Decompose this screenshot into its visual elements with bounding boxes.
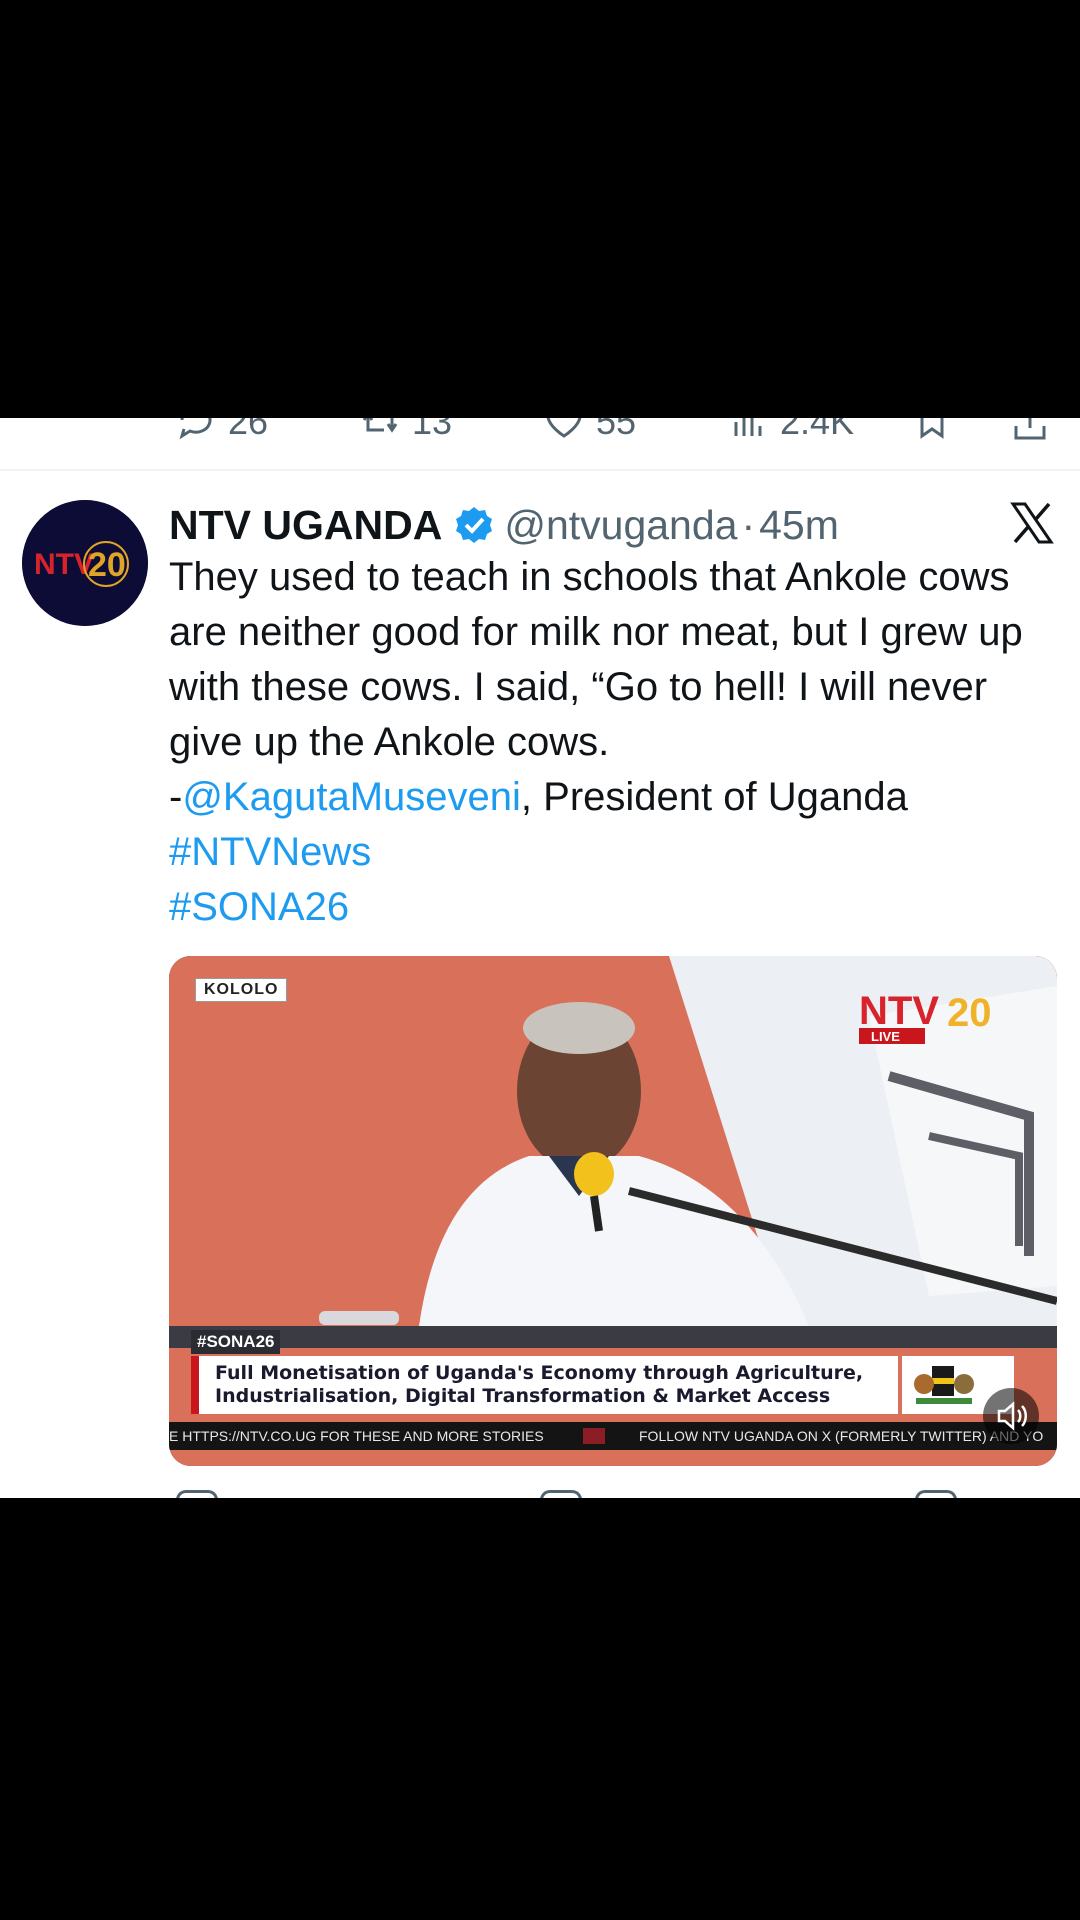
heart-icon [546, 418, 582, 438]
handle[interactable]: @ntvuganda [504, 502, 737, 549]
bookmark-icon [920, 418, 944, 439]
share-icon [1014, 418, 1046, 440]
tweet-actions-cropped [0, 1486, 1080, 1498]
ntv-logo-icon: NTV 20 [22, 500, 148, 626]
retweet-icon [362, 418, 398, 433]
news-ticker: E HTTPS://NTV.CO.UG FOR THESE AND MORE S… [169, 1422, 1057, 1450]
svg-text:LIVE: LIVE [871, 1029, 900, 1044]
reply-count: 26 [228, 418, 269, 442]
hashtag-sona26[interactable]: #SONA26 [169, 885, 349, 929]
tweet-quote: They used to teach in schools that Ankol… [169, 555, 1023, 764]
like-button[interactable]: 55 [544, 418, 636, 452]
tweet-header: NTV UGANDA @ntvuganda · 45m [169, 498, 839, 552]
svg-text:NTV: NTV [859, 989, 939, 1033]
tweet-feed: 26 13 55 2.4K NTV 20 NTV UGANDA @ntvugan… [0, 418, 1080, 1498]
views-count: 2.4K [780, 418, 855, 442]
bookmark-icon[interactable] [915, 1490, 957, 1498]
lower-third-banner: Full Monetisation of Uganda's Economy th… [191, 1356, 898, 1414]
bookmark-button[interactable] [912, 418, 952, 452]
banner-accent-bar [191, 1356, 199, 1414]
retweet-button[interactable]: 13 [360, 418, 452, 452]
retweet-count: 13 [412, 418, 453, 442]
channel-logo-icon: NTV 20 LIVE [859, 989, 992, 1044]
tweet-attribution: -@KagutaMuseveni, President of Uganda [169, 770, 1049, 825]
display-name[interactable]: NTV UGANDA [169, 502, 442, 549]
attribution-suffix: , President of Uganda [520, 775, 908, 819]
svg-text:20: 20 [88, 546, 126, 584]
reply-button[interactable]: 26 [176, 418, 268, 452]
mute-button[interactable] [983, 1388, 1039, 1444]
previous-tweet-actions: 26 13 55 2.4K [0, 418, 1080, 452]
reply-icon [179, 418, 212, 440]
ticker-logo [583, 1428, 605, 1444]
hashtag-tag: #SONA26 [191, 1330, 281, 1354]
timestamp[interactable]: 45m [759, 502, 839, 549]
attribution-prefix: - [169, 775, 183, 819]
heart-icon[interactable] [540, 1490, 582, 1498]
video-player[interactable]: KOLOLO NTV 20 LIVE #SONA26 Full Monetisa… [169, 956, 1057, 1466]
like-count: 55 [596, 418, 637, 442]
x-logo-icon [1010, 502, 1054, 544]
speaker-muted-icon [997, 1401, 1027, 1431]
share-button[interactable] [1010, 418, 1050, 452]
separator-dot: · [741, 501, 756, 548]
svg-text:20: 20 [947, 991, 992, 1035]
banner-text: Full Monetisation of Uganda's Economy th… [215, 1362, 864, 1407]
tweet-divider [0, 469, 1080, 471]
hashtag-ntvnews[interactable]: #NTVNews [169, 830, 371, 874]
location-tag: KOLOLO [195, 978, 288, 1002]
ticker-left-text: E HTTPS://NTV.CO.UG FOR THESE AND MORE S… [169, 1428, 544, 1444]
verified-badge-icon [456, 507, 493, 543]
avatar[interactable]: NTV 20 [22, 500, 148, 626]
tweet-text: They used to teach in schools that Ankol… [169, 550, 1049, 935]
views-button[interactable]: 2.4K [728, 418, 854, 452]
mention-link[interactable]: @KagutaMuseveni [182, 775, 521, 819]
reply-icon[interactable] [176, 1490, 218, 1498]
views-icon [734, 418, 762, 436]
